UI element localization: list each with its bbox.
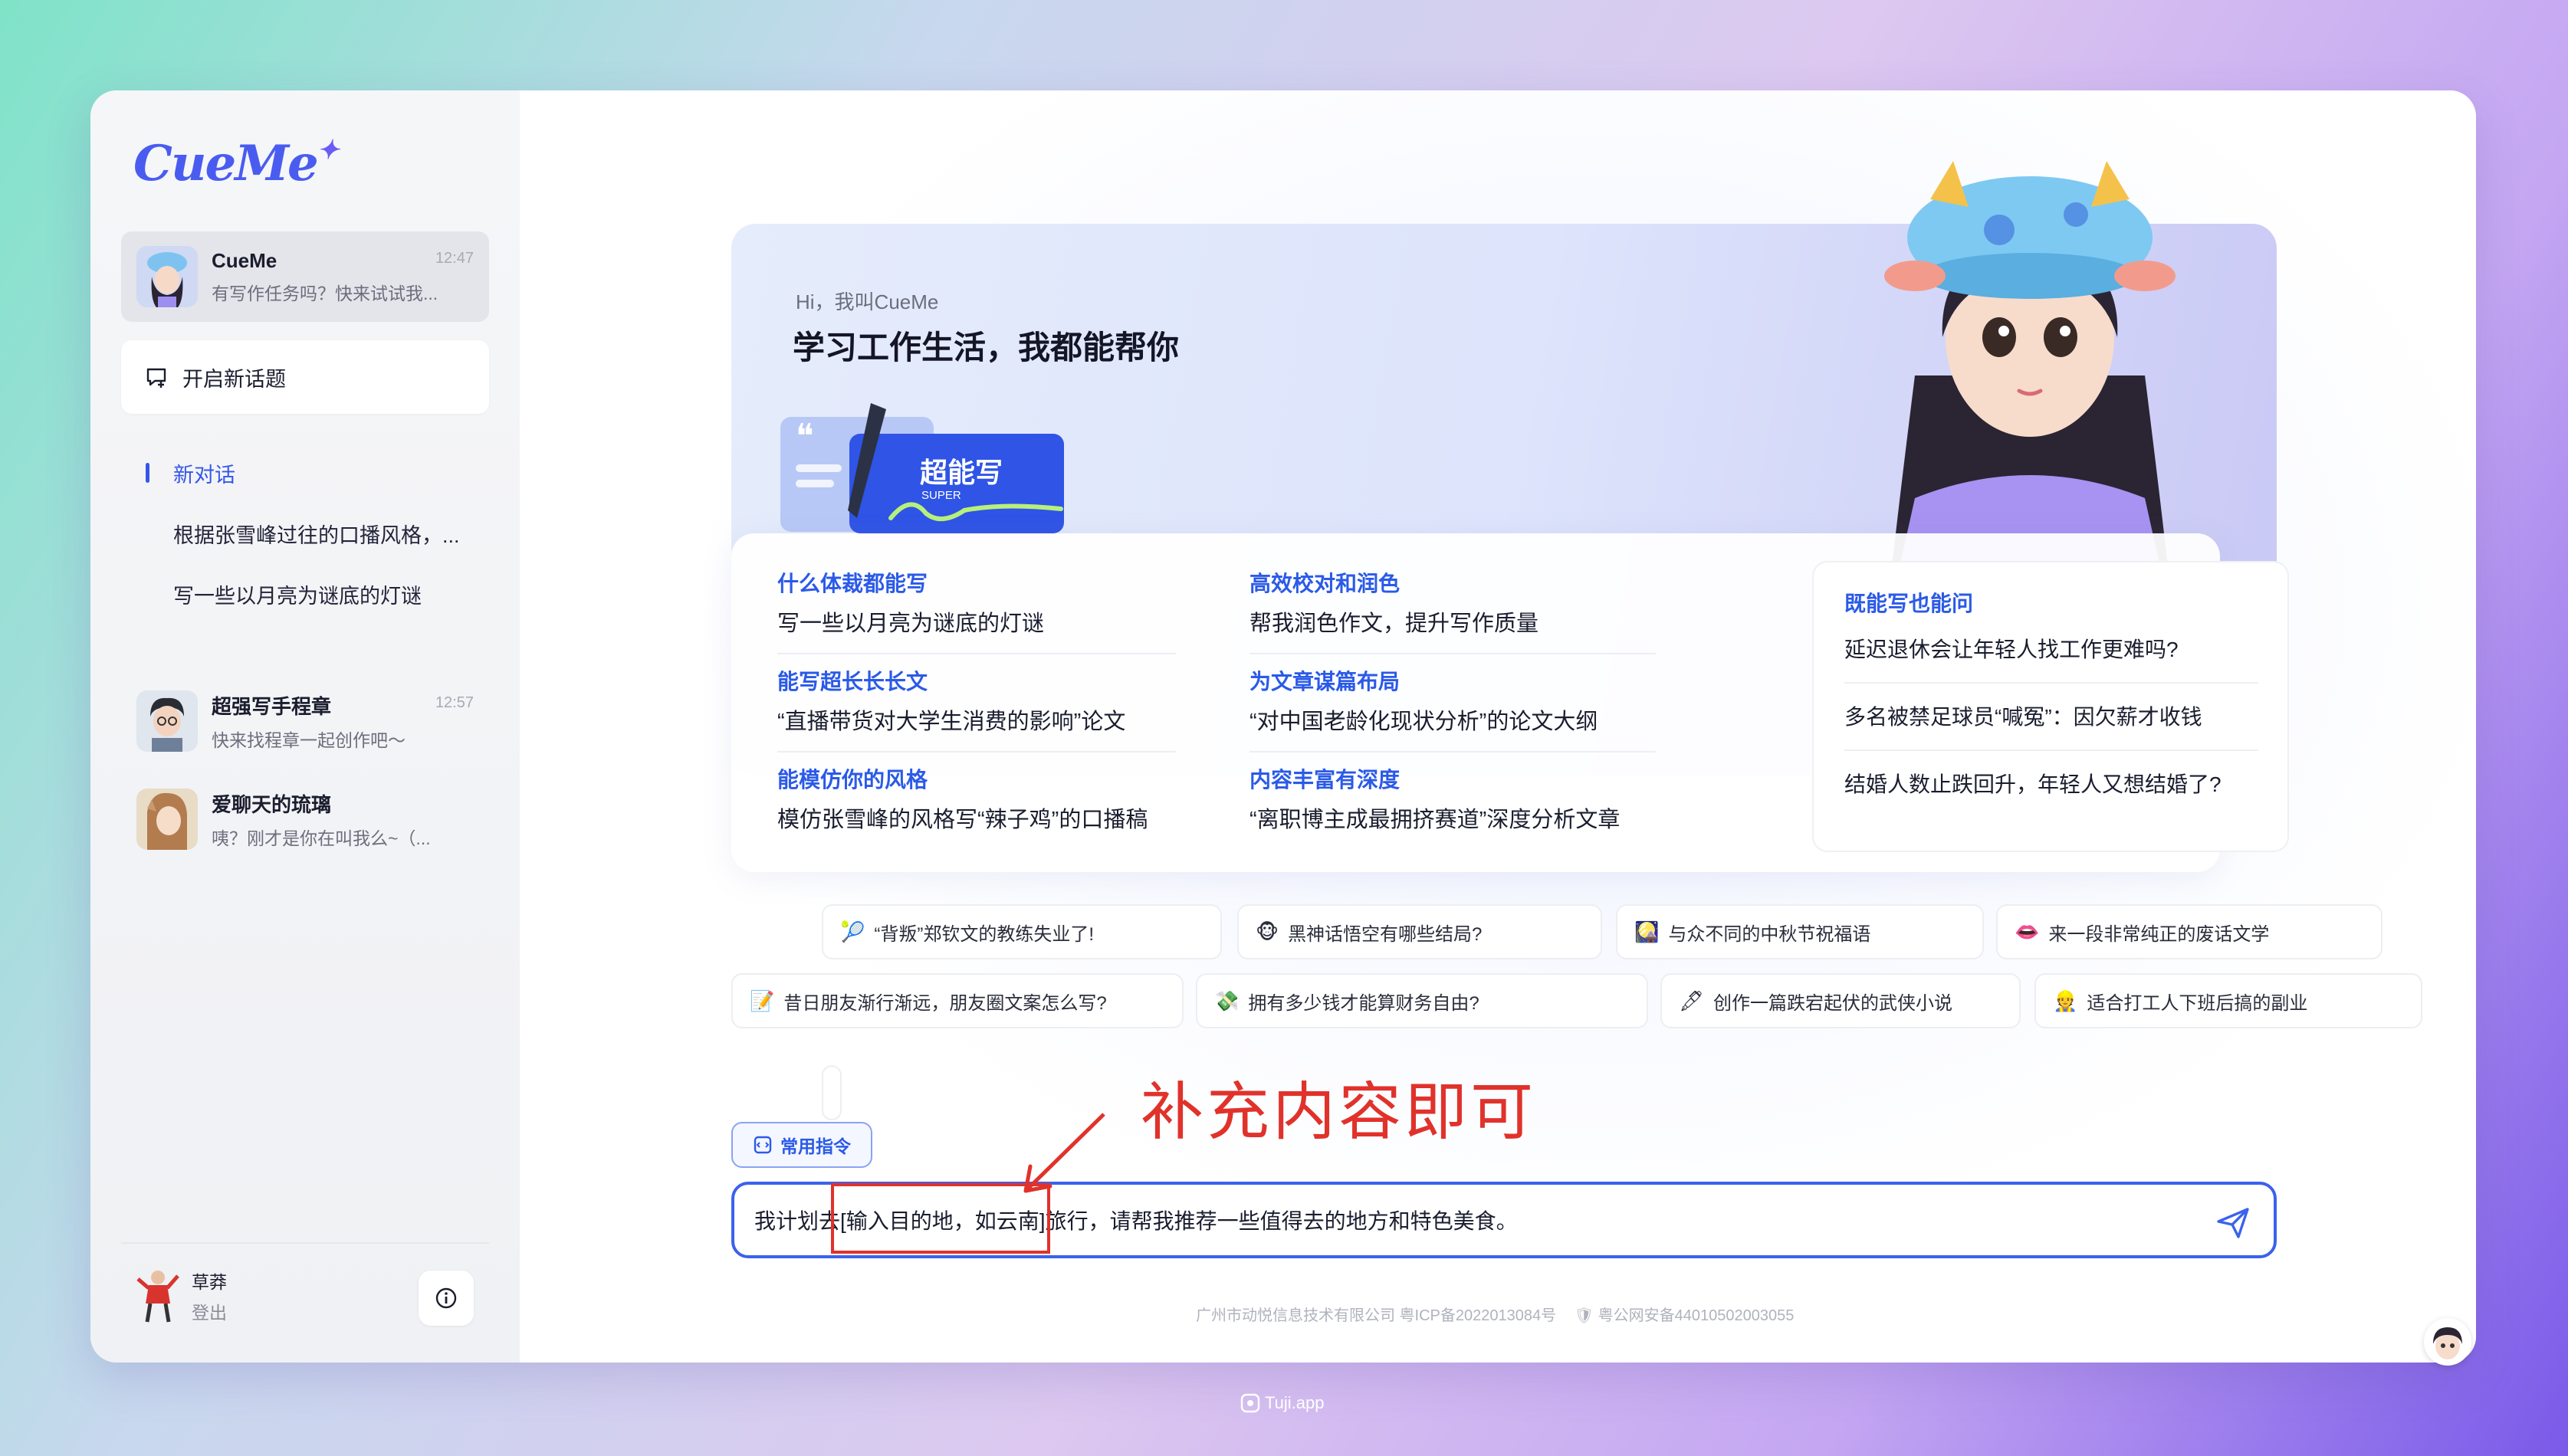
common-commands-button[interactable]: 常用指令 xyxy=(731,1122,872,1168)
annotation-text: 补充内容即可 xyxy=(1141,1076,1537,1149)
history-item[interactable]: 写一些以月亮为谜底的灯谜 xyxy=(146,564,483,625)
suggestion-chip[interactable]: 💸 拥有多少钱才能算财务自由? xyxy=(1196,973,1648,1028)
svg-text:❝: ❝ xyxy=(796,417,814,456)
avatar xyxy=(136,789,198,850)
chat-preview: 有写作任务吗？快来试试我... xyxy=(212,283,438,303)
chat-time: 12:57 xyxy=(435,694,474,711)
user-profile[interactable]: 草莽 登出 xyxy=(136,1267,227,1324)
ask-divider xyxy=(1844,749,2258,751)
tuji-logo-icon xyxy=(1240,1393,1260,1413)
chat-preview: 咦？刚才是你在叫我么~（... xyxy=(212,828,431,848)
app-logo[interactable]: CueMe✦ xyxy=(133,135,339,192)
chat-item-liuli[interactable]: 爱聊天的琉璃 咦？刚才是你在叫我么~（... xyxy=(121,774,489,864)
mascot-illustration xyxy=(1869,146,2191,567)
super-write-card: ❝ 超能写 SUPER xyxy=(780,403,1087,549)
suggestion-chip[interactable]: 👄 来一段非常纯正的废话文学 xyxy=(1996,904,2382,959)
suggestion-chip[interactable]: 🎾 “背叛”郑钦文的教练失业了! xyxy=(822,904,1222,959)
super-card-title: 超能写 xyxy=(920,457,1003,488)
ask-title: 既能写也能问 xyxy=(1844,592,1974,615)
command-icon xyxy=(754,1136,772,1154)
hero-title: 学习工作生活，我都能帮你 xyxy=(793,330,1180,366)
feature-item[interactable]: 能模仿你的风格 模仿张雪峰的风格写“辣子鸡”的口播稿 xyxy=(777,763,1176,834)
app-window: CueMe✦ CueMe 有写作任务吗？快来试试我... 12:47 开启新话题… xyxy=(90,90,2476,1363)
suggestion-chip[interactable]: 🖋 创作一篇跌宕起伏的武侠小说 xyxy=(1660,973,2021,1028)
police-badge-icon: 🛡 xyxy=(1574,1307,1594,1324)
ask-question[interactable]: 延迟退休会让年轻人找工作更难吗? xyxy=(1844,633,2258,664)
floating-avatar[interactable] xyxy=(2424,1318,2471,1366)
annotation-arrow-icon xyxy=(1023,1113,1105,1193)
feature-item[interactable]: 能写超长长长文 “直播带货对大学生消费的影响”论文 xyxy=(777,665,1176,736)
avatar xyxy=(136,246,198,307)
feature-divider xyxy=(777,653,1176,654)
new-chat-icon xyxy=(146,368,166,388)
main-area: Hi，我叫CueMe 学习工作生活，我都能帮你 ❝ 超能写 SUPER 什么体裁… xyxy=(520,90,2476,1363)
logout-link[interactable]: 登出 xyxy=(192,1298,227,1324)
suggestion-chip[interactable]: 📝 昔日朋友渐行渐远，朋友圈文案怎么写? xyxy=(731,973,1184,1028)
ask-question[interactable]: 结婚人数止跌回升，年轻人又想结婚了? xyxy=(1844,768,2258,799)
suggestion-chip[interactable]: 🐵 黑神话悟空有哪些结局? xyxy=(1237,904,1602,959)
feature-item[interactable]: 什么体裁都能写 写一些以月亮为谜底的灯谜 xyxy=(777,567,1176,638)
sidebar: CueMe✦ CueMe 有写作任务吗？快来试试我... 12:47 开启新话题… xyxy=(90,90,520,1363)
history-item[interactable]: 根据张雪峰过往的口播风格，... xyxy=(146,503,483,564)
info-icon xyxy=(435,1287,457,1309)
sidebar-divider xyxy=(121,1242,489,1244)
send-icon[interactable] xyxy=(2215,1205,2251,1240)
feature-item[interactable]: 为文章谋篇布局 “对中国老龄化现状分析”的论文大纲 xyxy=(1250,665,1648,736)
suggestion-chip[interactable]: 🎑 与众不同的中秋节祝福语 xyxy=(1616,904,1984,959)
history-list: 新对话 根据张雪峰过往的口播风格，... 写一些以月亮为谜底的灯谜 xyxy=(146,443,483,625)
chip-spacer xyxy=(822,1065,842,1120)
watermark: Tuji.app xyxy=(1240,1393,1324,1413)
chat-item-chengzhang[interactable]: 超强写手程章 快来找程章一起创作吧～ 12:57 xyxy=(121,676,489,766)
feature-item[interactable]: 高效校对和润色 帮我润色作文，提升写作质量 xyxy=(1250,567,1648,638)
chat-preview: 快来找程章一起创作吧～ xyxy=(212,730,406,750)
feature-divider xyxy=(777,751,1176,753)
chat-name: 超强写手程章 xyxy=(212,694,332,718)
ask-question[interactable]: 多名被禁足球员“喊冤”：因欠薪才收钱 xyxy=(1844,700,2258,731)
avatar xyxy=(136,690,198,752)
ask-divider xyxy=(1844,682,2258,684)
footer: 广州市动悦信息技术有限公司 粤ICP备2022013084号 🛡 粤公网安备44… xyxy=(1196,1307,1795,1324)
feature-item[interactable]: 内容丰富有深度 “离职博主成最拥挤赛道”深度分析文章 xyxy=(1250,763,1648,834)
info-button[interactable] xyxy=(419,1271,474,1326)
chat-time: 12:47 xyxy=(435,250,474,267)
user-avatar xyxy=(136,1271,179,1323)
suggestion-chip[interactable]: 👷 适合打工人下班后搞的副业 xyxy=(2034,973,2422,1028)
hero-greeting: Hi，我叫CueMe xyxy=(796,290,939,313)
feature-divider xyxy=(1250,653,1656,654)
history-item[interactable]: 新对话 xyxy=(146,443,483,503)
chat-name: 爱聊天的琉璃 xyxy=(212,792,332,816)
new-topic-button[interactable]: 开启新话题 xyxy=(121,340,489,414)
user-name: 草莽 xyxy=(192,1272,227,1292)
chat-name: CueMe xyxy=(212,248,277,272)
chat-item-cueme[interactable]: CueMe 有写作任务吗？快来试试我... 12:47 xyxy=(121,231,489,322)
feature-divider xyxy=(1250,751,1656,753)
